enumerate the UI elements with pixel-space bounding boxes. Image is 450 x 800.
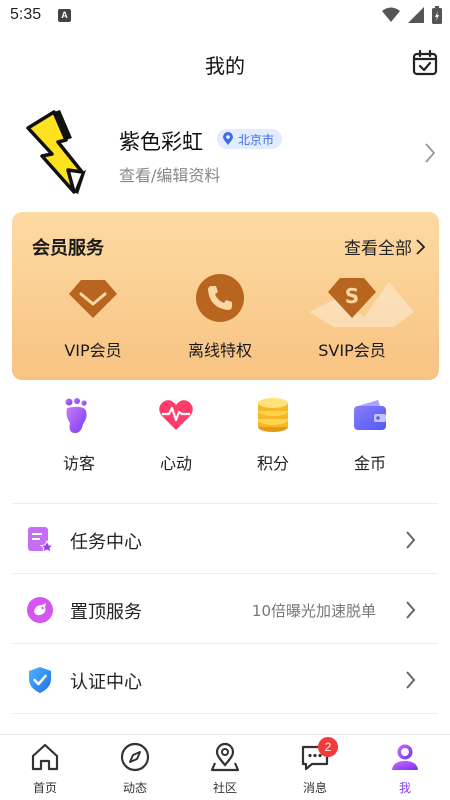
vip-view-all-label: 查看全部: [344, 239, 412, 259]
menu-list: 任务中心 置顶服务 10倍曝光加速脱单 认证中心: [12, 503, 438, 714]
vip-item-label: VIP会员: [64, 341, 122, 360]
vip-diamond-icon: [69, 280, 117, 318]
quick-item-label: 积分: [256, 454, 289, 473]
location-pin-icon: [223, 132, 233, 145]
menu-item-label: 置顶服务: [70, 602, 142, 623]
menu-item-label: 认证中心: [70, 672, 142, 693]
vip-item-offline[interactable]: 离线特权: [165, 272, 275, 361]
tab-label: 我: [398, 781, 411, 795]
quick-item-label: 金币: [353, 454, 386, 473]
vip-card: 会员服务 查看全部 VIP会员 离线特权 S SVIP会员: [12, 212, 439, 380]
menu-item-label: 任务中心: [70, 532, 142, 553]
wallet-icon: [354, 400, 386, 430]
shield-check-icon: [29, 667, 51, 693]
footprint-icon: [65, 398, 87, 434]
status-time: 5:35: [10, 6, 42, 23]
location-badge: 北京市: [217, 129, 283, 149]
vip-item-label: 离线特权: [187, 341, 252, 360]
battery-icon: [432, 6, 442, 24]
status-bar: 5:35 A: [0, 0, 450, 32]
vip-title: 会员服务: [32, 238, 104, 259]
edit-profile-link[interactable]: 查看/编辑资料: [119, 162, 220, 186]
vip-item-label: SVIP会员: [318, 341, 386, 360]
svip-diamond-icon: S: [328, 278, 376, 318]
heartbeat-icon: [159, 400, 193, 430]
tab-label: 动态: [122, 781, 147, 795]
unread-badge: 2: [318, 737, 338, 757]
chevron-right-icon: [406, 671, 416, 689]
tab-bar: 首页 动态 社区 消息 我 2: [0, 734, 450, 800]
vip-view-all-link[interactable]: 查看全部: [344, 234, 425, 259]
quick-item-visitors[interactable]: 访客: [34, 396, 124, 474]
chevron-right-icon: [425, 143, 436, 163]
tab-home[interactable]: 首页: [0, 741, 90, 796]
task-list-icon: [28, 527, 54, 553]
status-icons: [382, 6, 442, 24]
map-pin-icon: [210, 742, 240, 772]
vip-item-vip[interactable]: VIP会员: [38, 272, 148, 361]
menu-item-hint: 10倍曝光加速脱单: [251, 602, 376, 620]
tab-label: 首页: [32, 781, 57, 795]
page-title: 我的: [205, 54, 245, 78]
avatar[interactable]: [20, 110, 90, 194]
tab-me[interactable]: 我: [360, 741, 450, 796]
calendar-check-icon[interactable]: [410, 48, 440, 78]
menu-item-verification[interactable]: 认证中心: [12, 643, 438, 713]
location-text: 北京市: [238, 132, 275, 147]
notification-icon: A: [58, 9, 71, 22]
tab-messages[interactable]: 消息: [270, 741, 360, 796]
home-icon: [31, 743, 59, 771]
profile-section[interactable]: 紫色彩虹 北京市 查看/编辑资料: [0, 100, 450, 210]
tab-label: 社区: [212, 781, 237, 795]
tab-community[interactable]: 社区: [180, 741, 270, 796]
menu-divider: [12, 713, 438, 714]
vip-item-svip[interactable]: S SVIP会员: [297, 272, 407, 361]
tab-label: 消息: [302, 781, 327, 795]
menu-item-tasks[interactable]: 任务中心: [12, 503, 438, 573]
wifi-icon: [382, 7, 400, 22]
quick-item-label: 心动: [159, 454, 192, 473]
chevron-right-icon: [416, 238, 425, 255]
phone-icon: [196, 274, 244, 322]
quick-item-likes[interactable]: 心动: [131, 396, 221, 474]
menu-item-top-service[interactable]: 置顶服务 10倍曝光加速脱单: [12, 573, 438, 643]
quick-item-points[interactable]: 积分: [228, 396, 318, 474]
nickname: 紫色彩虹: [119, 130, 203, 154]
compass-icon: [120, 742, 150, 772]
chevron-right-icon: [406, 531, 416, 549]
cell-signal-icon: [408, 7, 424, 23]
header: 我的: [0, 40, 450, 88]
user-icon: [392, 744, 418, 770]
svg-text:S: S: [345, 284, 359, 308]
quick-item-gold[interactable]: 金币: [325, 396, 415, 474]
chevron-right-icon: [406, 601, 416, 619]
coins-icon: [258, 398, 288, 432]
tab-feed[interactable]: 动态: [90, 741, 180, 796]
pin-bird-icon: [27, 597, 53, 623]
quick-item-label: 访客: [62, 454, 95, 473]
quick-actions: 访客 心动 积分 金币: [0, 396, 450, 486]
